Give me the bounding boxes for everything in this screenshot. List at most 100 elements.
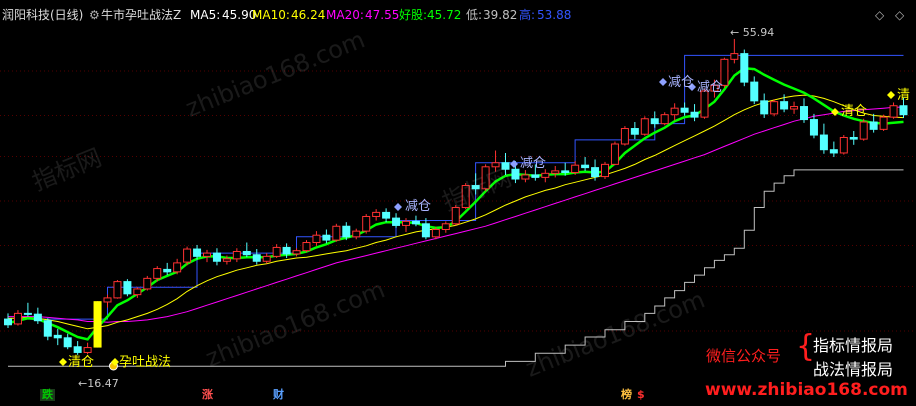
high-label: 高:: [519, 8, 536, 22]
dollar-icon[interactable]: $: [637, 389, 645, 401]
candle: [750, 76, 759, 105]
wechat-label: 微信公众号: [706, 347, 782, 365]
candle-body: [809, 119, 818, 136]
candle: [471, 173, 480, 195]
candle-body: [730, 53, 739, 60]
high-value: 53.88: [537, 8, 572, 22]
candle-body: [242, 250, 251, 256]
candle-body: [690, 111, 699, 118]
candle-body: [212, 252, 221, 262]
kline-chart-window[interactable]: 指标网 zhibiao168.com 指标网 zhibiao168.com zh…: [0, 0, 916, 406]
candle: [591, 159, 600, 181]
candle-body: [53, 334, 62, 339]
low-value: 39.82: [483, 8, 518, 22]
candle-body: [252, 254, 261, 262]
candle-body: [511, 168, 520, 180]
candle-body: [800, 106, 808, 121]
pattern-signal: 孕吐战法: [119, 355, 172, 370]
candle-body: [680, 107, 689, 113]
candle-body: [133, 288, 142, 296]
candle-body: [153, 268, 162, 279]
ranking-tag[interactable]: 榜: [621, 389, 632, 401]
candle: [441, 221, 450, 233]
candle: [690, 104, 699, 122]
candle: [103, 294, 112, 308]
candle: [4, 313, 12, 329]
candle-body: [451, 207, 460, 225]
candle-body: [591, 167, 600, 178]
diamond-up-icon[interactable]: ◇: [875, 8, 884, 22]
candle-body: [382, 211, 391, 219]
candle: [521, 170, 530, 183]
good-label: 好股:: [399, 8, 428, 22]
finance-tag[interactable]: 财: [273, 389, 284, 401]
fall-tag[interactable]: 跌: [40, 389, 55, 401]
signal-highlight-bar: [93, 301, 102, 348]
candle-body: [839, 136, 848, 154]
candle-body: [421, 223, 430, 238]
candle-series: [4, 38, 908, 355]
low-label: 低:: [466, 8, 483, 22]
ma10-value: 46.24: [291, 8, 326, 22]
candle-body: [103, 297, 112, 303]
candle-body: [183, 248, 192, 263]
candle: [212, 248, 221, 266]
candle-body: [392, 217, 401, 226]
reduce-position-signal: 减仓: [405, 199, 432, 214]
candle: [113, 279, 122, 299]
candle: [183, 246, 192, 266]
candle: [143, 275, 152, 291]
ma5-label: MA5:: [190, 8, 221, 22]
candle-body: [163, 268, 172, 273]
diamond-icon: [510, 160, 518, 168]
candle: [43, 318, 52, 341]
candle: [819, 123, 828, 154]
candle-body: [332, 225, 341, 241]
candle-body: [829, 149, 838, 154]
candle: [33, 307, 42, 324]
candle-body: [571, 164, 580, 174]
candle: [203, 249, 211, 263]
indicator-name[interactable]: 牛市孕吐战法Z: [101, 7, 181, 23]
candle: [610, 141, 619, 166]
candle: [630, 122, 639, 140]
candle-body: [203, 252, 211, 257]
candle: [809, 113, 818, 139]
rise-tag[interactable]: 涨: [202, 389, 213, 401]
candle-body: [143, 277, 152, 290]
candle-body: [660, 114, 669, 125]
candle-body: [63, 337, 72, 348]
candle: [839, 135, 848, 155]
diamond-down-icon[interactable]: ◇: [895, 8, 904, 22]
candle-body: [541, 172, 550, 178]
candle-body: [262, 255, 271, 262]
candle: [760, 93, 769, 118]
candle-body: [33, 313, 42, 322]
candle: [123, 279, 132, 297]
candle-body: [770, 101, 779, 115]
candle: [501, 152, 510, 175]
candle: [620, 126, 629, 146]
candle-body: [750, 81, 759, 102]
diamond-icon: [59, 358, 67, 366]
candle-body: [13, 312, 22, 325]
candle-body: [879, 116, 888, 130]
candle: [83, 342, 92, 355]
candle-body: [73, 346, 82, 353]
ma20-label: MA20:: [326, 8, 364, 22]
stock-title: 润阳科技(日线): [2, 8, 84, 22]
candle-body: [740, 53, 749, 83]
candle: [650, 111, 659, 128]
gear-icon[interactable]: ⚙: [89, 8, 100, 22]
candle: [372, 209, 381, 221]
high-price-label: ← 55.94: [730, 26, 775, 39]
candle-body: [650, 118, 659, 125]
candle-body: [481, 166, 490, 190]
clear-position-signal: 清仓: [841, 104, 868, 119]
candle-body: [431, 229, 440, 238]
candle: [869, 113, 878, 133]
candle: [352, 228, 361, 240]
candle: [581, 157, 590, 171]
candle-body: [561, 170, 570, 174]
candle-body: [441, 223, 450, 231]
